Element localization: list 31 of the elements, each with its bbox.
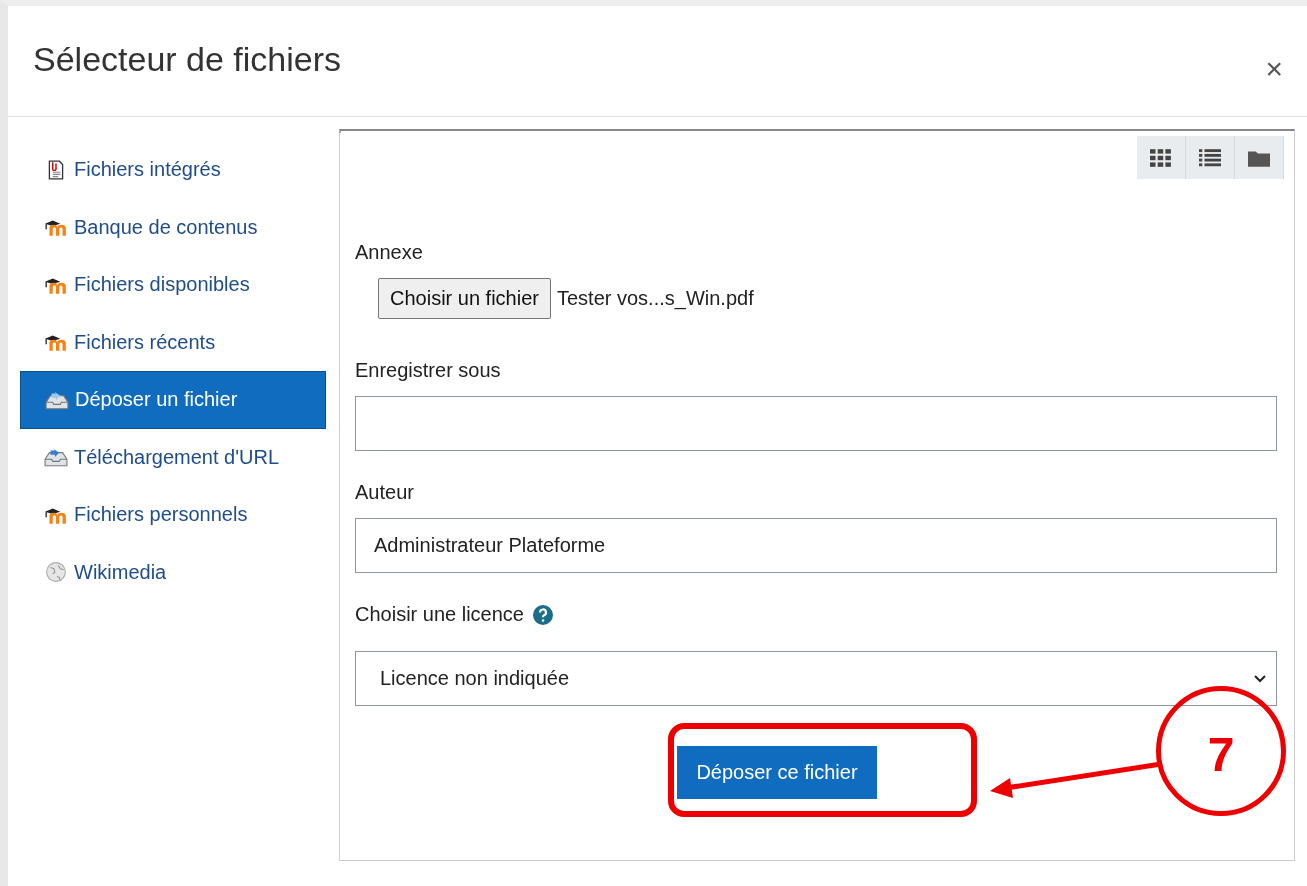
field-label: Choisir une licence: [355, 603, 524, 626]
field-label: Auteur: [355, 481, 415, 504]
folder-icon: [1248, 148, 1270, 167]
sidebar-item[interactable]: Wikimedia: [20, 543, 326, 601]
license-select[interactable]: Licence non indiquée: [355, 651, 1277, 706]
upload-button[interactable]: Déposer ce fichier: [677, 746, 877, 799]
folder-view-button[interactable]: [1235, 136, 1284, 179]
list-icon: [1199, 148, 1221, 167]
file-name: Tester vos...s_Win.pdf: [556, 287, 754, 310]
help-icon[interactable]: [533, 604, 553, 625]
sidebar-item[interactable]: Fichiers personnels: [20, 486, 326, 544]
sidebar-item[interactable]: Fichiers disponibles: [20, 256, 326, 314]
sidebar-item[interactable]: Fichiers intégrés: [20, 141, 326, 199]
step-number: 7: [1156, 686, 1286, 816]
sidebar-item[interactable]: Téléchargement d'URL: [20, 428, 326, 486]
dialog-title: Sélecteur de fichiers: [33, 39, 342, 79]
list-view-button[interactable]: [1186, 136, 1235, 179]
sidebar-item[interactable]: Déposer un fichier: [20, 371, 326, 429]
grid-icon: [1150, 148, 1172, 167]
close-button[interactable]: ×: [1265, 52, 1283, 86]
field-label: Annexe: [355, 241, 424, 264]
sidebar-item[interactable]: Fichiers récents: [20, 313, 326, 371]
author-field[interactable]: Administrateur Plateforme: [355, 518, 1277, 573]
globe-icon: [44, 561, 68, 584]
field-label: Enregistrer sous: [355, 359, 502, 382]
chevron-icon: [1254, 674, 1266, 683]
inbox-icon: [44, 446, 68, 469]
choose-file-button[interactable]: Choisir un fichier: [378, 278, 551, 319]
sidebar-item[interactable]: Banque de contenus: [20, 198, 326, 256]
grid-view-button[interactable]: [1137, 136, 1186, 179]
save-as-field[interactable]: [355, 396, 1277, 451]
